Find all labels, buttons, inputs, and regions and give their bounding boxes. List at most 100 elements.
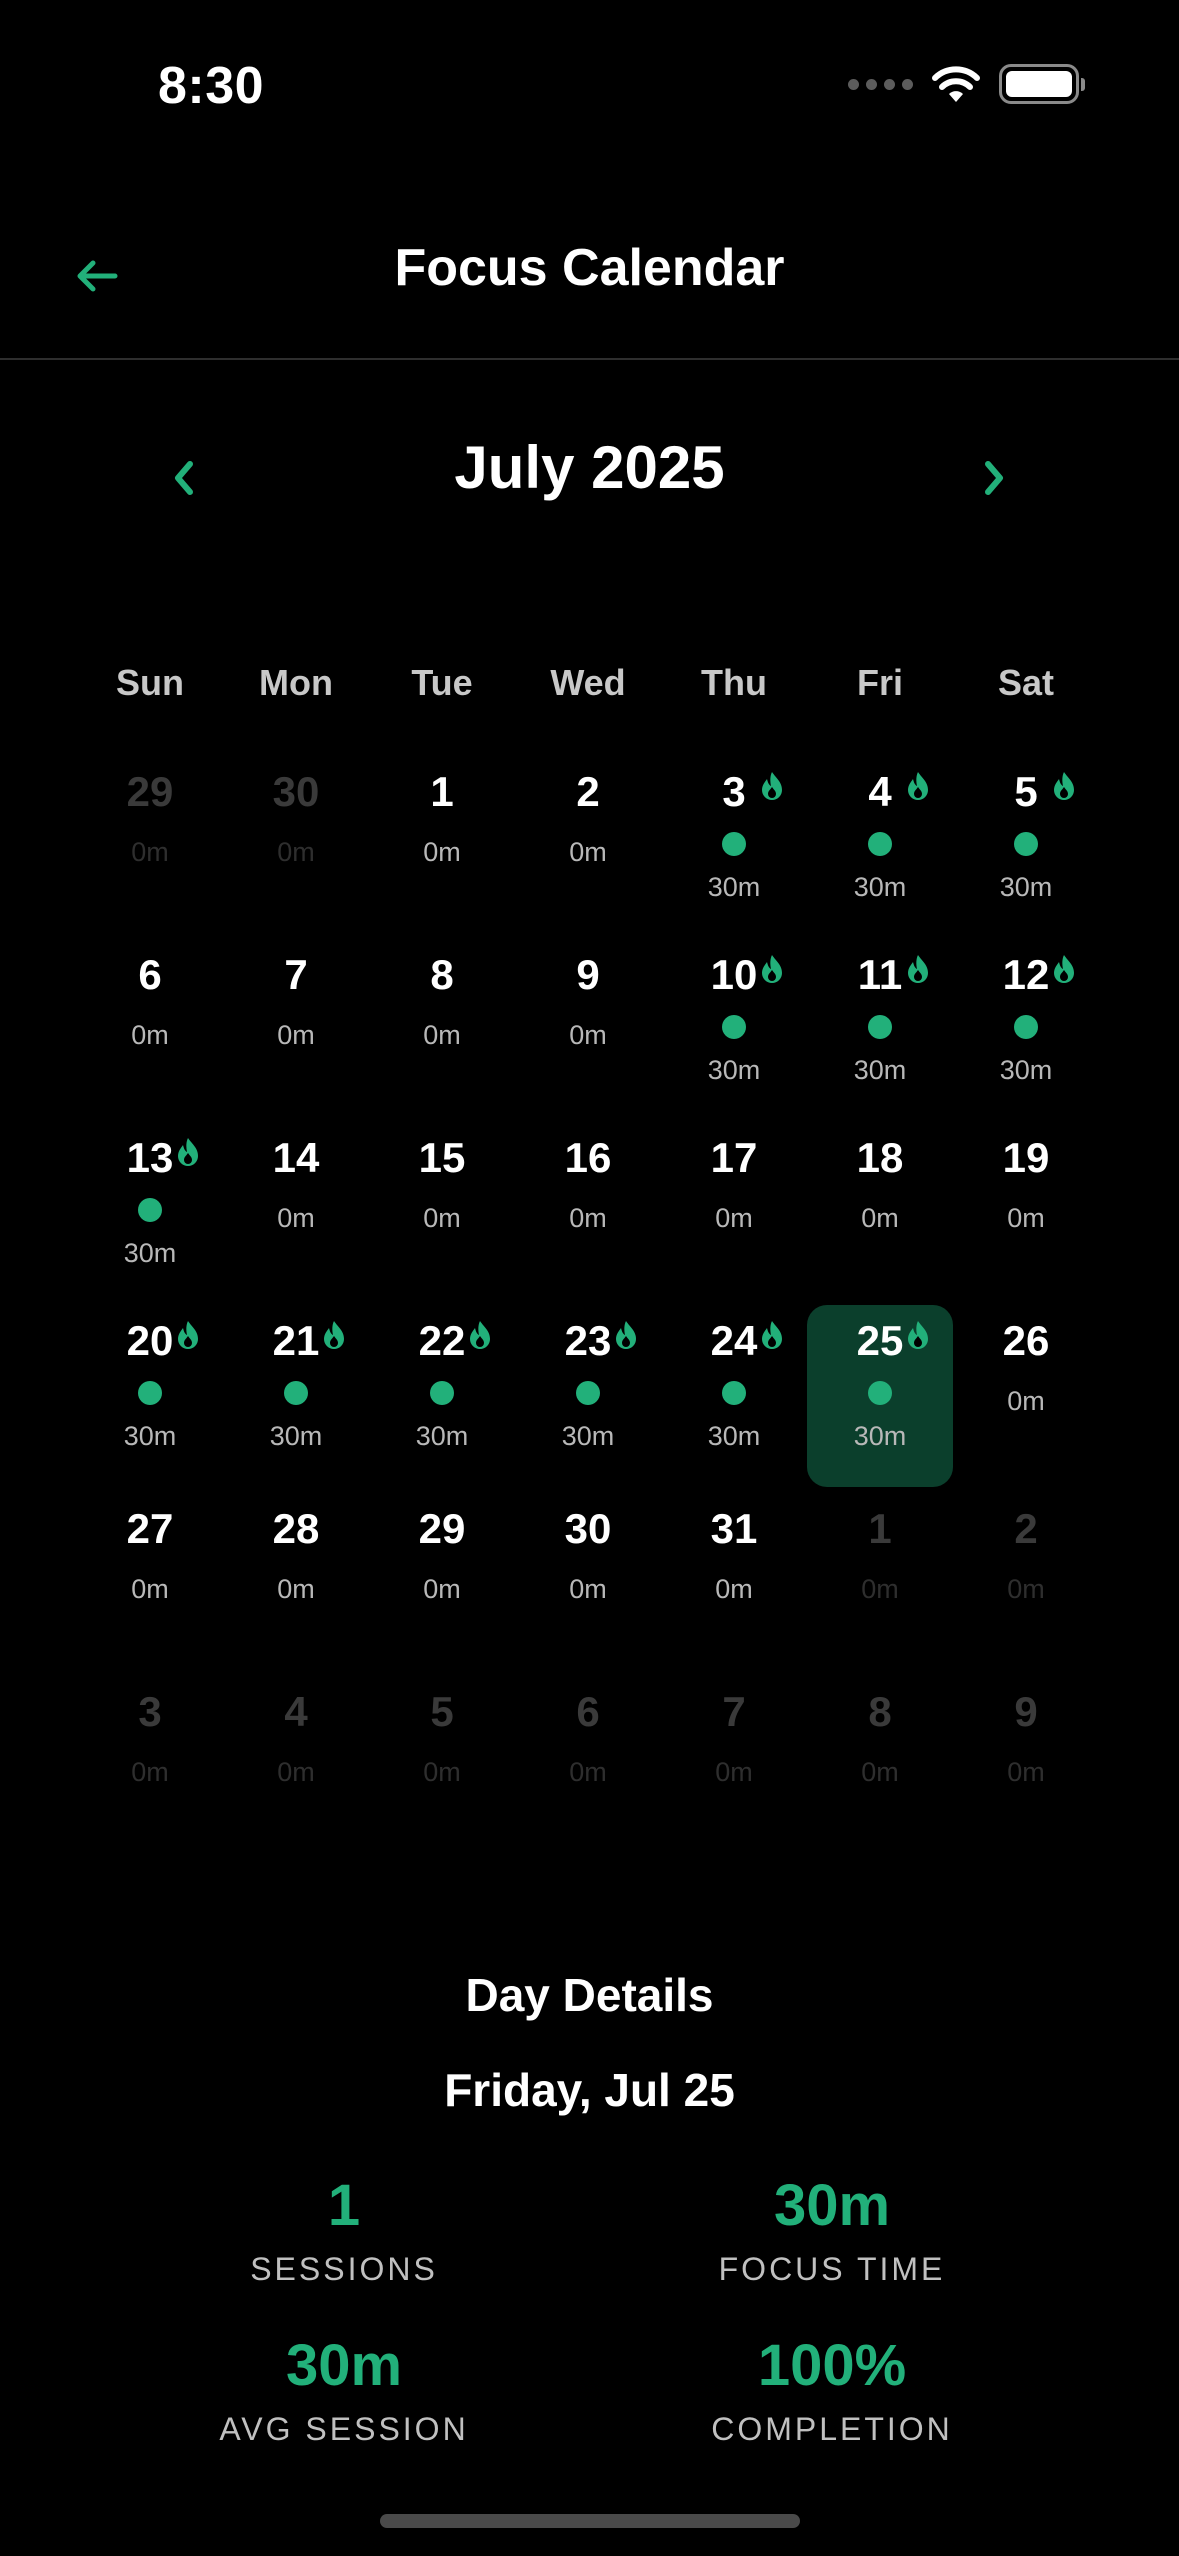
day-number: 7 [722,1688,746,1735]
day-number: 5 [1014,768,1038,815]
calendar-day[interactable]: 28 0m [223,1497,369,1680]
day-focus-minutes: 0m [423,1020,461,1050]
day-number: 29 [418,1505,466,1552]
day-focus-minutes: 30m [415,1421,469,1451]
calendar-day[interactable]: 16 0m [515,1126,661,1309]
next-month-button[interactable] [960,443,1030,513]
calendar-day[interactable]: 1 0m [807,1497,953,1680]
day-number: 6 [138,951,162,998]
day-focus-minutes: 0m [715,1574,753,1604]
day-focus-minutes: 0m [861,1574,899,1604]
calendar-day[interactable]: 6 0m [515,1680,661,1863]
calendar-day[interactable]: 24 30m [661,1309,807,1497]
calendar-day-selected[interactable]: 25 30m [807,1305,953,1487]
day-number: 28 [272,1505,320,1552]
flame-icon [759,1319,785,1351]
calendar-day[interactable]: 5 30m [953,760,1099,943]
session-dot-icon [722,832,746,856]
day-focus-minutes: 30m [707,1055,761,1085]
calendar-day[interactable]: 12 30m [953,943,1099,1126]
calendar-day[interactable]: 21 30m [223,1309,369,1497]
calendar-day[interactable]: 15 0m [369,1126,515,1309]
day-number: 9 [576,951,600,998]
calendar-day[interactable]: 23 30m [515,1309,661,1497]
flame-icon [175,1136,201,1168]
calendar-day[interactable]: 18 0m [807,1126,953,1309]
flame-icon [905,1319,931,1351]
month-navigation: July 2025 [0,425,1179,515]
day-number: 16 [564,1134,612,1181]
calendar-day[interactable]: 13 30m [77,1126,223,1309]
day-focus-minutes: 0m [423,1574,461,1604]
calendar-day[interactable]: 10 30m [661,943,807,1126]
day-number: 11 [857,951,903,998]
calendar-day[interactable]: 3 0m [77,1680,223,1863]
calendar-week-row: 13 30m 14 0m 15 0m 16 0m 17 0m 18 0m 19 0m [77,1126,1099,1309]
session-dot-icon [430,1381,454,1405]
day-focus-minutes: 30m [999,1055,1053,1085]
calendar-day[interactable]: 9 0m [953,1680,1099,1863]
day-focus-minutes: 0m [423,837,461,867]
day-focus-minutes: 0m [569,1020,607,1050]
calendar-day[interactable]: 14 0m [223,1126,369,1309]
stat-avg-session: 30m AVG SESSION [134,2332,554,2448]
weekday-label: Wed [550,662,626,703]
day-focus-minutes: 30m [853,872,907,902]
calendar-day[interactable]: 31 0m [661,1497,807,1680]
day-number: 4 [284,1688,308,1735]
calendar-day[interactable]: 3 30m [661,760,807,943]
day-number: 30 [272,768,320,815]
session-dot-icon [576,1381,600,1405]
status-time: 8:30 [158,57,265,115]
calendar-day[interactable]: 27 0m [77,1497,223,1680]
home-indicator [380,2514,800,2528]
calendar-day[interactable]: 7 0m [223,943,369,1126]
calendar-week-row: 29 0m 30 0m 1 0m 2 0m 3 30m 4 30m 5 30m [77,760,1099,943]
stat-sessions: 1 SESSIONS [134,2172,554,2288]
calendar-day[interactable]: 6 0m [77,943,223,1126]
day-focus-minutes: 0m [569,1757,607,1787]
day-focus-minutes: 0m [715,1757,753,1787]
cellular-signal-icon [848,78,913,90]
calendar-day[interactable]: 30 0m [515,1497,661,1680]
calendar-day[interactable]: 20 30m [77,1309,223,1497]
calendar-week-row: 20 30m 21 30m 22 30m 23 30m 24 30m 25 30m 26 0m [77,1305,1099,1497]
day-focus-minutes: 0m [277,1574,315,1604]
calendar-day[interactable]: 4 0m [223,1680,369,1863]
calendar-day[interactable]: 11 30m [807,943,953,1126]
calendar-day[interactable]: 9 0m [515,943,661,1126]
calendar-day[interactable]: 2 0m [515,760,661,943]
calendar-day[interactable]: 19 0m [953,1126,1099,1309]
calendar-day[interactable]: 29 0m [369,1497,515,1680]
calendar-week-row: 27 0m 28 0m 29 0m 30 0m 31 0m 1 0m 2 0m [77,1497,1099,1680]
session-dot-icon [868,1015,892,1039]
calendar-day[interactable]: 8 0m [807,1680,953,1863]
calendar-day[interactable]: 30 0m [223,760,369,943]
weekday-label: Tue [411,662,473,703]
day-number: 30 [564,1505,612,1552]
calendar-day[interactable]: 29 0m [77,760,223,943]
calendar-day[interactable]: 5 0m [369,1680,515,1863]
stat-label: SESSIONS [250,2251,438,2287]
calendar-day[interactable]: 2 0m [953,1497,1099,1680]
calendar-day[interactable]: 26 0m [953,1309,1099,1497]
stat-value: 100% [757,2333,907,2398]
stat-label: AVG SESSION [219,2411,469,2447]
calendar-day[interactable]: 8 0m [369,943,515,1126]
calendar-day[interactable]: 1 0m [369,760,515,943]
weekday-label: Sat [997,662,1055,703]
calendar-day[interactable]: 22 30m [369,1309,515,1497]
calendar-day[interactable]: 7 0m [661,1680,807,1863]
calendar-day[interactable]: 4 30m [807,760,953,943]
flame-icon [321,1319,347,1351]
day-number: 12 [1002,951,1050,998]
day-focus-minutes: 0m [131,837,169,867]
day-number: 20 [126,1317,174,1364]
day-focus-minutes: 30m [269,1421,323,1451]
weekday-label: Thu [701,662,767,703]
day-number: 13 [126,1134,174,1181]
day-focus-minutes: 30m [853,1421,907,1451]
day-focus-minutes: 30m [707,1421,761,1451]
calendar-day[interactable]: 17 0m [661,1126,807,1309]
day-focus-minutes: 0m [1007,1574,1045,1604]
